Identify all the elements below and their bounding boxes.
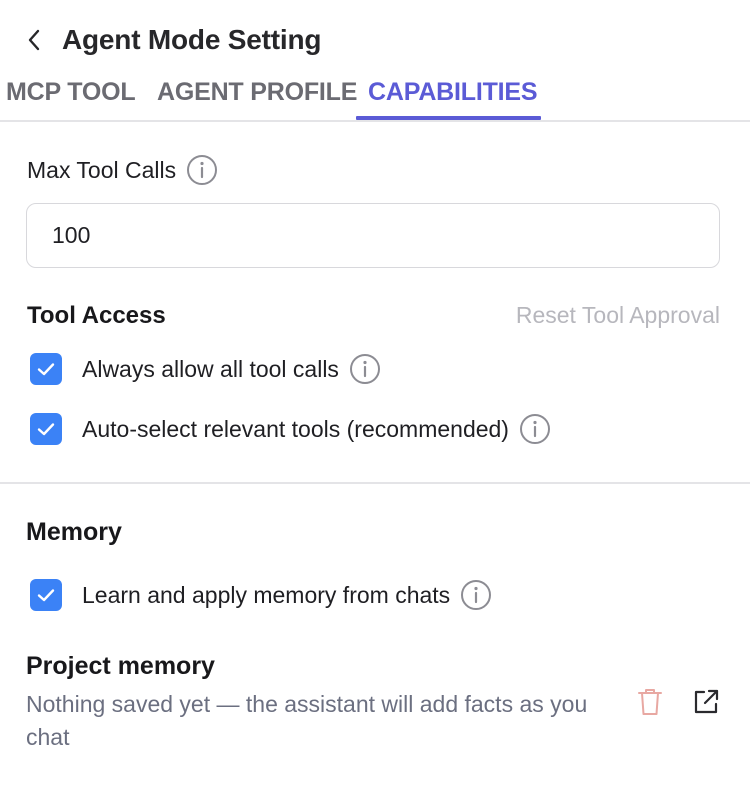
tab-capabilities[interactable]: CAPABILITIES (368, 78, 538, 107)
page-title: Agent Mode Setting (62, 24, 322, 55)
external-link-icon (694, 689, 719, 714)
tab-mcp-tool[interactable]: MCP TOOL (6, 78, 136, 107)
panel-header: Agent Mode Setting (22, 20, 321, 60)
info-icon[interactable] (349, 353, 381, 385)
tab-agent-profile[interactable]: AGENT PROFILE (157, 78, 357, 107)
open-memory-button[interactable] (690, 686, 722, 718)
info-icon[interactable] (186, 154, 218, 186)
memory-title: Memory (26, 518, 122, 546)
delete-memory-button[interactable] (636, 686, 664, 718)
trash-icon (638, 689, 662, 715)
checkmark-icon (37, 589, 55, 602)
auto-select-checkbox[interactable] (30, 413, 62, 445)
max-tool-calls-input[interactable]: 100 (26, 203, 720, 268)
always-allow-tool-calls-option: Always allow all tool calls (30, 351, 381, 387)
max-tool-calls-row: Max Tool Calls (27, 152, 218, 188)
learn-memory-option: Learn and apply memory from chats (30, 577, 492, 613)
chevron-left-icon (28, 29, 40, 51)
info-icon[interactable] (519, 413, 551, 445)
checkmark-icon (37, 363, 55, 376)
reset-tool-approval-button[interactable]: Reset Tool Approval (516, 302, 720, 329)
section-divider (0, 482, 750, 484)
project-memory-description: Nothing saved yet — the assistant will a… (26, 691, 588, 750)
active-tab-indicator (356, 116, 541, 120)
tab-bar: MCP TOOL AGENT PROFILE CAPABILITIES (0, 72, 750, 122)
project-memory-title: Project memory (26, 652, 215, 680)
auto-select-tools-option: Auto-select relevant tools (recommended) (30, 411, 551, 447)
checkmark-icon (37, 423, 55, 436)
max-tool-calls-label: Max Tool Calls (27, 156, 177, 183)
always-allow-label: Always allow all tool calls (82, 355, 339, 382)
agent-mode-settings-panel: Agent Mode Setting MCP TOOL AGENT PROFIL… (0, 0, 750, 808)
always-allow-checkbox[interactable] (30, 353, 62, 385)
learn-memory-label: Learn and apply memory from chats (82, 581, 451, 608)
learn-memory-checkbox[interactable] (30, 579, 62, 611)
auto-select-label: Auto-select relevant tools (recommended) (82, 415, 509, 442)
back-button[interactable] (22, 22, 46, 58)
tool-access-title: Tool Access (27, 302, 166, 329)
info-icon[interactable] (460, 579, 492, 611)
